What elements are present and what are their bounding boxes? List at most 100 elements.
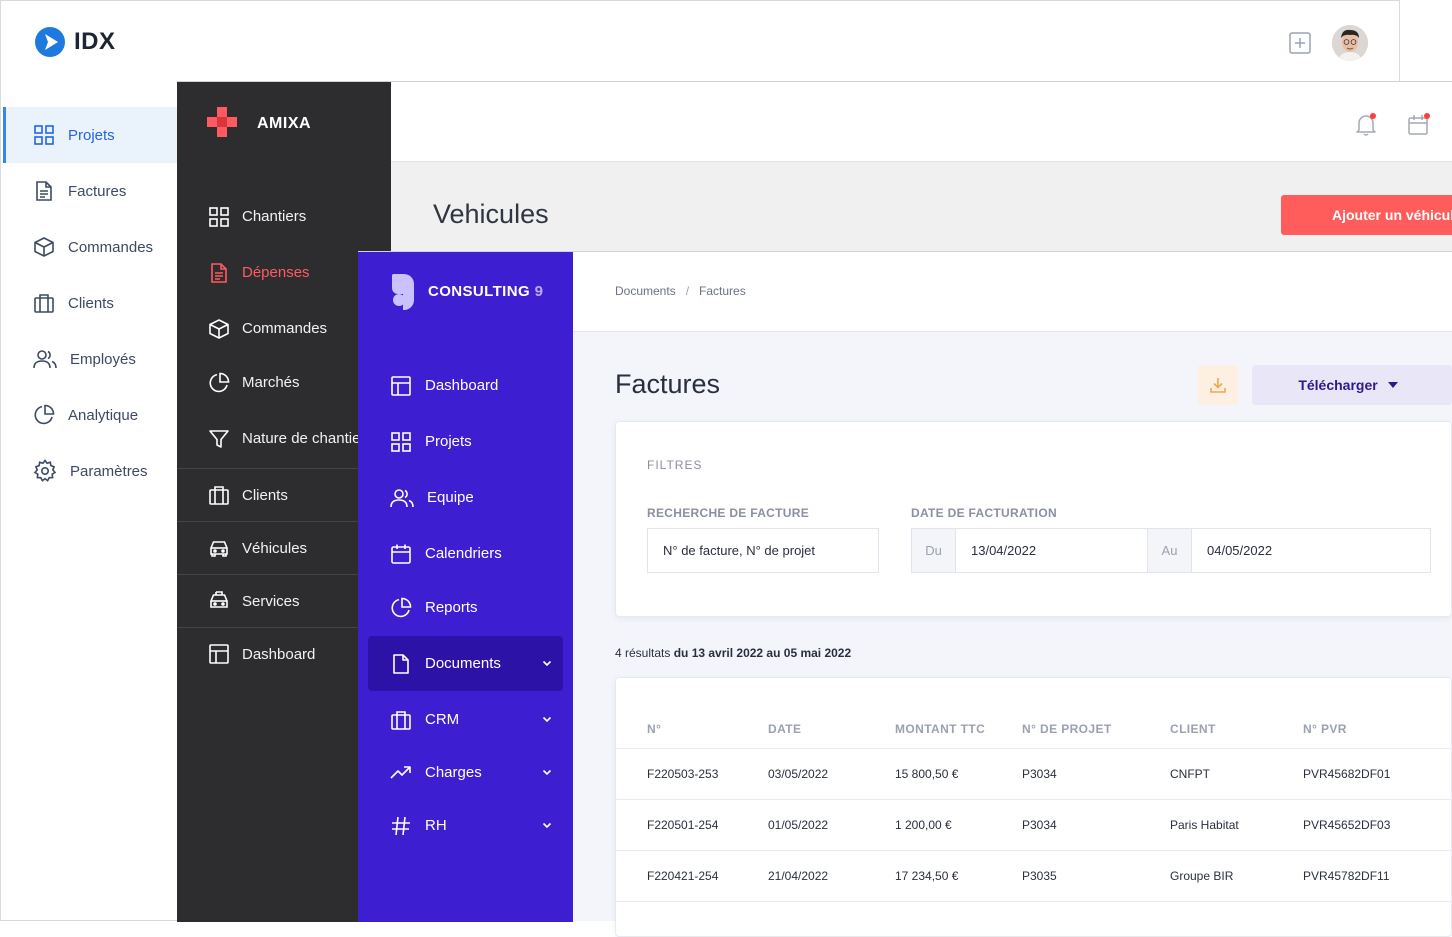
column-header[interactable]: N° DE PROJET — [1022, 722, 1112, 736]
cell-number: F220501-254 — [647, 818, 719, 832]
cell-amount: 15 800,50 € — [895, 767, 959, 781]
cell-project: P3035 — [1022, 869, 1057, 883]
invoice-search-input[interactable]: N° de facture, N° de projet — [647, 528, 879, 573]
cell-amount: 17 234,50 € — [895, 869, 959, 883]
amixa-nav-label: Nature de chantiers — [242, 430, 373, 447]
idx-nav-clients[interactable]: Clients — [3, 275, 177, 331]
cell-project: P3034 — [1022, 818, 1057, 832]
date-from-input[interactable]: 13/04/2022 — [955, 528, 1148, 573]
amixa-nav-label: Véhicules — [242, 539, 308, 557]
breadcrumb-separator: / — [685, 284, 690, 298]
cell-date: 21/04/2022 — [768, 869, 829, 883]
consulting-nav-projets[interactable]: Projets — [368, 414, 563, 469]
amixa-logo-icon — [207, 107, 237, 137]
consulting-nav-label: CRM — [425, 711, 460, 728]
table-row[interactable] — [616, 901, 1451, 936]
idx-nav-factures[interactable]: Factures — [3, 163, 177, 219]
consulting-nav-label: Documents — [425, 655, 501, 672]
add-vehicle-button[interactable]: Ajouter un véhicule — [1281, 195, 1452, 235]
consulting-window: CONSULTING 9 Dashboard Projets Equipe Ca… — [358, 251, 1452, 937]
add-icon[interactable] — [1289, 32, 1311, 54]
table-row[interactable]: F220421-254 21/04/2022 17 234,50 € P3035… — [616, 850, 1451, 901]
consulting-nav-label: Projets — [425, 433, 472, 450]
cell-date: 03/05/2022 — [768, 767, 829, 781]
breadcrumb-documents[interactable]: Documents — [615, 284, 676, 298]
table-row[interactable]: F220503-253 03/05/2022 15 800,50 € P3034… — [616, 748, 1451, 799]
consulting-nav-label: Equipe — [427, 489, 474, 506]
consulting-nav-label: Charges — [425, 764, 482, 781]
box-icon — [34, 237, 54, 257]
settings-icon — [33, 459, 57, 482]
calendar-icon — [391, 544, 411, 564]
layout-icon — [391, 375, 411, 396]
user-avatar[interactable] — [1332, 25, 1368, 61]
grid-icon — [34, 125, 54, 145]
idx-nav-label: Employés — [70, 350, 136, 368]
idx-nav-label: Commandes — [68, 238, 154, 256]
date-label: DATE DE FACTURATION — [911, 506, 1057, 520]
consulting-nav-calendriers[interactable]: Calendriers — [368, 526, 563, 581]
cell-client: CNFPT — [1170, 767, 1210, 781]
idx-nav-employes[interactable]: Employés — [3, 331, 177, 387]
amixa-page-title: Vehicules — [433, 199, 549, 229]
idx-nav-parametres[interactable]: Paramètres — [3, 443, 177, 499]
idx-nav-analytique[interactable]: Analytique — [3, 387, 177, 443]
download-button-label: Télécharger — [1298, 377, 1378, 393]
calendar-icon[interactable] — [1406, 112, 1432, 138]
notification-bell-icon[interactable] — [1353, 112, 1379, 138]
breadcrumb-factures: Factures — [699, 284, 746, 298]
amixa-nav-label: Chantiers — [242, 208, 307, 225]
cell-amount: 1 200,00 € — [895, 818, 952, 832]
consulting-nav-dashboard[interactable]: Dashboard — [368, 358, 563, 413]
search-label: RECHERCHE DE FACTURE — [647, 506, 810, 520]
column-header[interactable]: MONTANT TTC — [895, 722, 985, 736]
consulting-nav-crm[interactable]: CRM — [368, 692, 563, 747]
idx-nav-label: Paramètres — [70, 462, 148, 480]
amixa-nav-chantiers[interactable]: Chantiers — [177, 190, 391, 243]
grid-icon — [209, 206, 229, 227]
consulting-logo[interactable]: CONSULTING 9 — [390, 272, 543, 310]
column-header[interactable]: N° — [647, 722, 661, 736]
consulting-nav-label: Reports — [425, 599, 478, 616]
cell-project: P3034 — [1022, 767, 1057, 781]
caret-down-icon — [1387, 382, 1398, 388]
download-dropdown-button[interactable]: Télécharger — [1252, 365, 1452, 405]
cell-pvr: PVR45652DF03 — [1303, 818, 1391, 832]
idx-logo-icon — [35, 27, 65, 57]
consulting-nav-equipe[interactable]: Equipe — [368, 470, 563, 525]
invoices-table: N° DATE MONTANT TTC N° DE PROJET CLIENT … — [615, 677, 1452, 937]
idx-nav-label: Projets — [68, 126, 115, 144]
cell-number: F220503-253 — [647, 767, 719, 781]
document-icon — [36, 181, 52, 201]
consulting-nav-charges[interactable]: Charges — [368, 745, 563, 800]
filters-panel: FILTRES RECHERCHE DE FACTURE N° de factu… — [615, 421, 1452, 617]
taxi-icon — [210, 591, 228, 608]
idx-logo[interactable]: IDX — [34, 26, 116, 58]
idx-nav-projets[interactable]: Projets — [3, 107, 177, 163]
column-header[interactable]: N° PVR — [1303, 722, 1347, 736]
consulting-nav-documents[interactable]: Documents — [368, 636, 563, 691]
amixa-header — [391, 82, 1452, 162]
layout-icon — [209, 644, 229, 664]
consulting-brand-name: CONSULTING 9 — [428, 283, 543, 300]
consulting-nav-reports[interactable]: Reports — [368, 580, 563, 635]
amixa-nav-label: Clients — [242, 486, 288, 504]
column-header[interactable]: CLIENT — [1170, 722, 1216, 736]
chevron-down-icon — [542, 716, 552, 723]
column-header[interactable]: DATE — [768, 722, 801, 736]
consulting-nav-rh[interactable]: RH — [368, 798, 563, 853]
hash-icon — [392, 816, 410, 835]
download-icon — [1210, 378, 1226, 393]
box-icon — [209, 318, 229, 339]
idx-nav-label: Factures — [68, 182, 127, 200]
amixa-logo[interactable]: AMIXA — [205, 105, 311, 143]
download-icon-button[interactable] — [1198, 365, 1238, 405]
cell-number: F220421-254 — [647, 869, 719, 883]
consulting-brand-text: CONSULTING — [428, 282, 531, 300]
breadcrumb: Documents / Factures — [615, 284, 746, 298]
pie-chart-icon — [34, 404, 55, 425]
idx-nav-commandes[interactable]: Commandes — [3, 219, 177, 275]
table-row[interactable]: F220501-254 01/05/2022 1 200,00 € P3034 … — [616, 799, 1451, 850]
date-to-input[interactable]: 04/05/2022 — [1191, 528, 1431, 573]
page-title: Factures — [615, 369, 721, 399]
